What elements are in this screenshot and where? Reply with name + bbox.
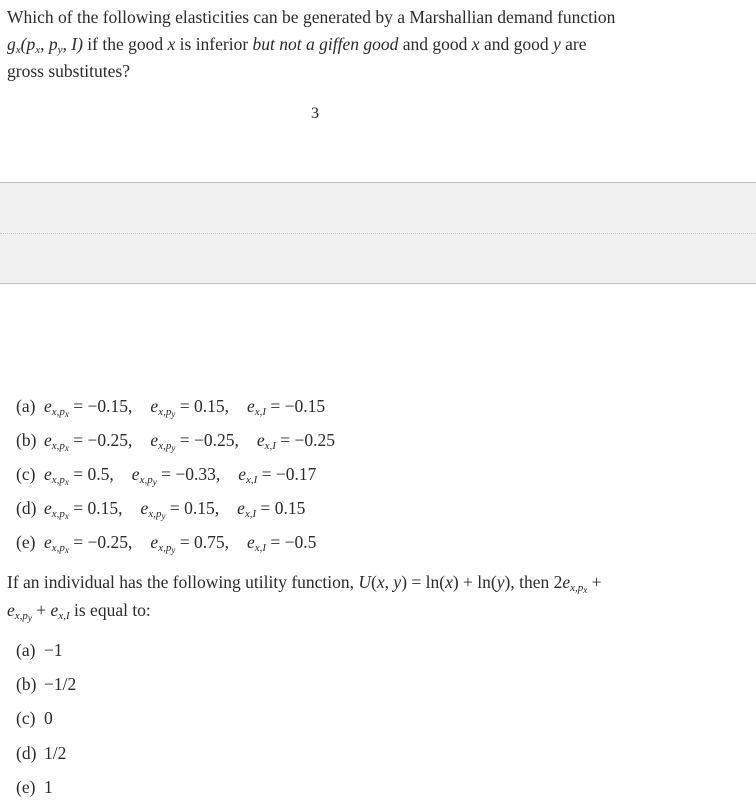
question2-option[interactable]: (c) 0: [16, 706, 53, 730]
option-label: (b): [16, 430, 37, 450]
question1-option[interactable]: (b) ex,px = −0.25, ex,py = −0.25, ex,I = −0…: [16, 428, 336, 453]
elasticity-cross-price: ex,py: [7, 600, 32, 623]
text-segment: is equal to:: [69, 600, 151, 620]
page-break-band: [0, 182, 756, 284]
text-segment: +: [587, 572, 602, 592]
text-segment: is inferior: [175, 34, 253, 54]
question1-text: Which of the following elasticities can …: [7, 7, 616, 27]
option-value: 0: [44, 708, 53, 728]
question1-text-end: gross substitutes?: [7, 61, 130, 81]
text-segment: +: [31, 600, 51, 620]
option-value: 1: [44, 777, 53, 797]
income-elasticity: ex,I = −0.25: [256, 430, 336, 452]
own-price-elasticity: ex,px = −0.25,: [44, 532, 133, 555]
question1-option[interactable]: (d) ex,px = 0.15, ex,py = 0.15, ex,I = 0.15: [16, 496, 306, 521]
question1-line3: gross substitutes?: [7, 58, 130, 85]
option-label: (e): [16, 777, 36, 797]
income-elasticity: ex,I = −0.17: [238, 464, 317, 486]
question2-line2: ex,py + ex,I is equal to:: [7, 597, 151, 624]
income-elasticity: ex,I = 0.15: [237, 498, 306, 520]
income-elasticity: ex,I = −0.5: [246, 532, 317, 554]
text-segment: and good: [479, 34, 553, 54]
own-price-elasticity: ex,px = −0.25,: [44, 430, 133, 453]
income-elasticity: ex,I = −0.15: [246, 396, 326, 418]
option-label: (d): [16, 743, 37, 763]
option-label: (c): [16, 464, 36, 484]
emphasis-text: but not a giffen good: [252, 34, 399, 54]
cross-price-elasticity: ex,py = −0.33,: [131, 464, 221, 487]
question1-option[interactable]: (e) ex,px = −0.25, ex,py = 0.75, ex,I = −0.…: [16, 530, 317, 555]
option-value: −1/2: [44, 674, 77, 694]
question2-option[interactable]: (e) 1: [16, 775, 53, 799]
cross-price-elasticity: ex,py = −0.25,: [150, 430, 239, 453]
own-price-elasticity: ex,px = 0.5,: [44, 464, 114, 487]
text-segment: and good: [398, 34, 472, 54]
demand-function-symbol: gx: [7, 34, 21, 56]
own-price-elasticity: ex,px = −0.15,: [44, 396, 133, 419]
text-segment: are: [560, 34, 587, 54]
question2-option[interactable]: (b) −1/2: [16, 672, 76, 696]
utility-function: U: [358, 572, 372, 592]
var-y: y: [552, 34, 561, 54]
option-label: (b): [16, 674, 37, 694]
question2-line1: If an individual has the following utili…: [7, 569, 602, 596]
question1-line2: gx(px, py, I) if the good x is inferior …: [7, 31, 587, 58]
cross-price-elasticity: ex,py = 0.15,: [150, 396, 229, 419]
option-label: (c): [16, 708, 36, 728]
utility-function-args: (x, y) = ln(x) + ln(y): [371, 572, 511, 592]
text-segment: , then 2: [510, 572, 563, 592]
question1-option[interactable]: (c) ex,px = 0.5, ex,py = −0.33, ex,I = −0.1…: [16, 462, 317, 487]
page-number: 3: [311, 105, 319, 122]
demand-function-args: (px, py, I): [20, 34, 83, 56]
text-segment: if the good: [82, 34, 168, 54]
option-value: 1/2: [44, 743, 67, 763]
question1-line1: Which of the following elasticities can …: [7, 4, 615, 31]
option-label: (a): [16, 640, 36, 660]
elasticity-income: ex,I: [50, 600, 70, 622]
own-price-elasticity: ex,px = 0.15,: [44, 498, 123, 521]
question1-option[interactable]: (a) ex,px = −0.15, ex,py = 0.15, ex,I = −0.…: [16, 394, 326, 419]
option-value: −1: [44, 640, 63, 660]
cross-price-elasticity: ex,py = 0.15,: [140, 498, 220, 521]
var-x: x: [471, 34, 480, 54]
option-label: (d): [16, 498, 37, 518]
question2-option[interactable]: (a) −1: [16, 638, 63, 662]
option-label: (e): [16, 532, 36, 552]
elasticity-own-price: ex,px: [562, 572, 588, 595]
cross-price-elasticity: ex,py = 0.75,: [150, 532, 229, 555]
question2-option[interactable]: (d) 1/2: [16, 741, 66, 765]
question2-text: If an individual has the following utili…: [7, 572, 359, 592]
page-break-divider: [0, 233, 756, 234]
option-label: (a): [16, 396, 36, 416]
